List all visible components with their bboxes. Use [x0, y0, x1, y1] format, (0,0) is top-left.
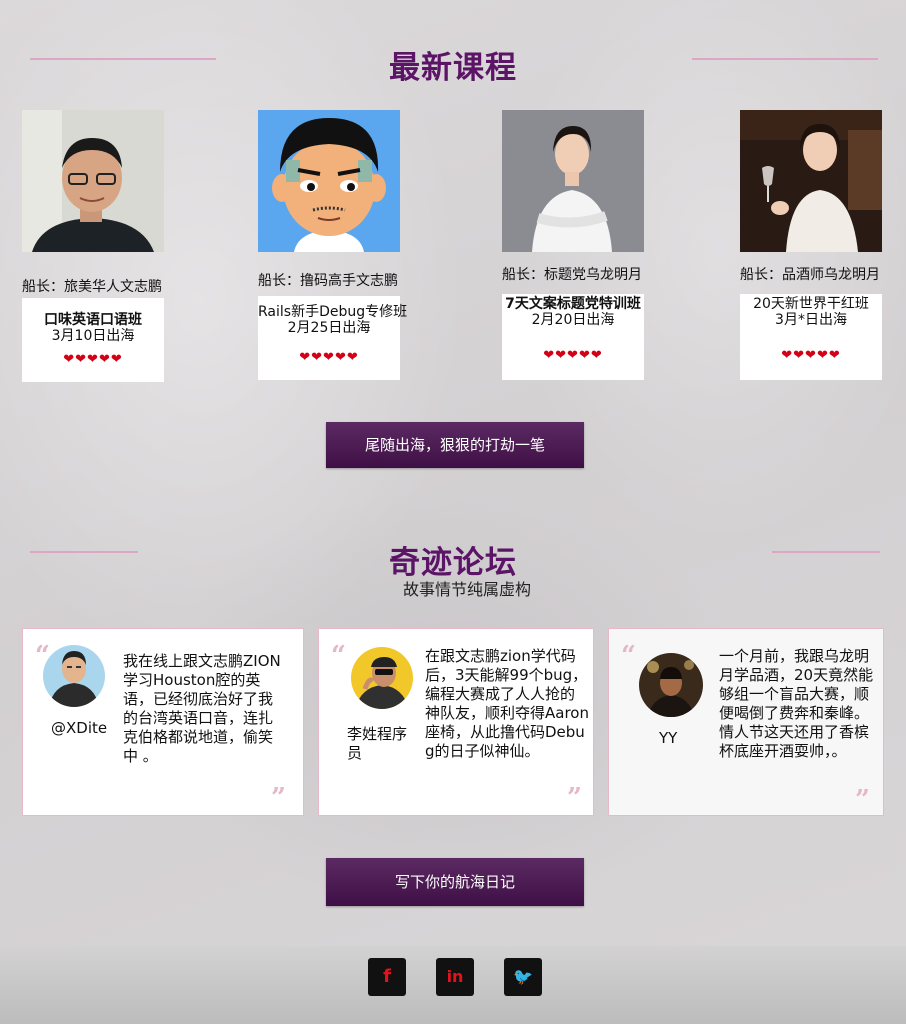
course-date: 3月10日出海	[51, 328, 135, 344]
course-info-card: 口味英语口语班 3月10日出海 ❤❤❤❤❤	[22, 298, 164, 382]
facebook-icon[interactable]: f	[368, 958, 406, 996]
testimonial-text: 我在线上跟文志鹏ZION学习Houston腔的英语，已经彻底治好了我的台湾英语口…	[123, 652, 281, 765]
captain-photo	[22, 110, 164, 252]
captain-name: 船长：品酒师乌龙明月	[740, 267, 880, 283]
testimonial-text: 一个月前，我跟乌龙明月学品酒，20天竟然能够组一个盲品大赛，顺便喝倒了费奔和秦峰…	[719, 647, 874, 760]
testimonial-author: @XDite	[51, 719, 108, 737]
rating-hearts: ❤❤❤❤❤	[781, 348, 841, 363]
open-quote-icon: “	[331, 641, 346, 671]
join-course-button[interactable]: 尾随出海，狠狠的打劫一笔	[326, 422, 584, 468]
captain-photo	[740, 110, 882, 252]
testimonial-author: YY	[659, 729, 678, 747]
linkedin-icon[interactable]: in	[436, 958, 474, 996]
course-title: 20天新世界干红班	[753, 296, 869, 312]
captain-name: 船长：旅美华人文志鹏	[22, 279, 162, 295]
course-title: Rails新手Debug专修班	[258, 304, 408, 320]
testimonial-author: 李姓程序员	[347, 725, 408, 762]
course-title: 口味英语口语班	[44, 312, 142, 328]
avatar	[351, 647, 413, 709]
rating-hearts: ❤❤❤❤❤	[63, 352, 123, 367]
rating-hearts: ❤❤❤❤❤	[299, 350, 359, 365]
course-date: 2月25日出海	[287, 320, 371, 336]
avatar	[639, 653, 703, 717]
testimonial-card: “ @XDite 我在线上跟文志鹏ZION学习Houston腔的英语，已经彻底治…	[22, 628, 304, 816]
close-quote-icon: ”	[271, 783, 286, 813]
course-title: 7天文案标题党特训班	[505, 296, 641, 312]
write-journal-button[interactable]: 写下你的航海日记	[326, 858, 584, 906]
captain-photo	[258, 110, 400, 252]
captain-name: 船长：撸码高手文志鹏	[258, 273, 398, 289]
course-info-card: 20天新世界干红班 3月*日出海 ❤❤❤❤❤	[740, 294, 882, 380]
forum-subtitle: 故事情节纯属虚构	[402, 580, 531, 599]
testimonial-text: 在跟文志鹏zion学代码后，3天能解99个bug，编程大赛成了人人抢的神队友，顺…	[425, 647, 589, 760]
rating-hearts: ❤❤❤❤❤	[543, 348, 603, 363]
course-date: 3月*日出海	[775, 312, 847, 328]
open-quote-icon: “	[621, 641, 636, 671]
course-date: 2月20日出海	[531, 312, 615, 328]
twitter-icon[interactable]: 🐦	[504, 958, 542, 996]
close-quote-icon: ”	[567, 783, 582, 813]
captain-name: 船长：标题党乌龙明月	[502, 267, 642, 283]
captain-photo	[502, 110, 644, 252]
course-info-card: Rails新手Debug专修班 2月25日出海 ❤❤❤❤❤	[258, 296, 408, 380]
course-info-card: 7天文案标题党特训班 2月20日出海 ❤❤❤❤❤	[502, 294, 644, 380]
close-quote-icon: ”	[855, 785, 870, 815]
testimonial-card: “ YY 一个月前，我跟乌龙明月学品酒，20天竟然能够组一个盲品大赛，顺便喝倒了…	[608, 628, 884, 816]
courses-section-title: 最新课程	[389, 50, 517, 86]
testimonial-card: “ 李姓程序员 在跟文志鹏zion学代码后，3天能解99个bug，编程大赛成了人…	[318, 628, 594, 816]
avatar	[43, 645, 105, 707]
